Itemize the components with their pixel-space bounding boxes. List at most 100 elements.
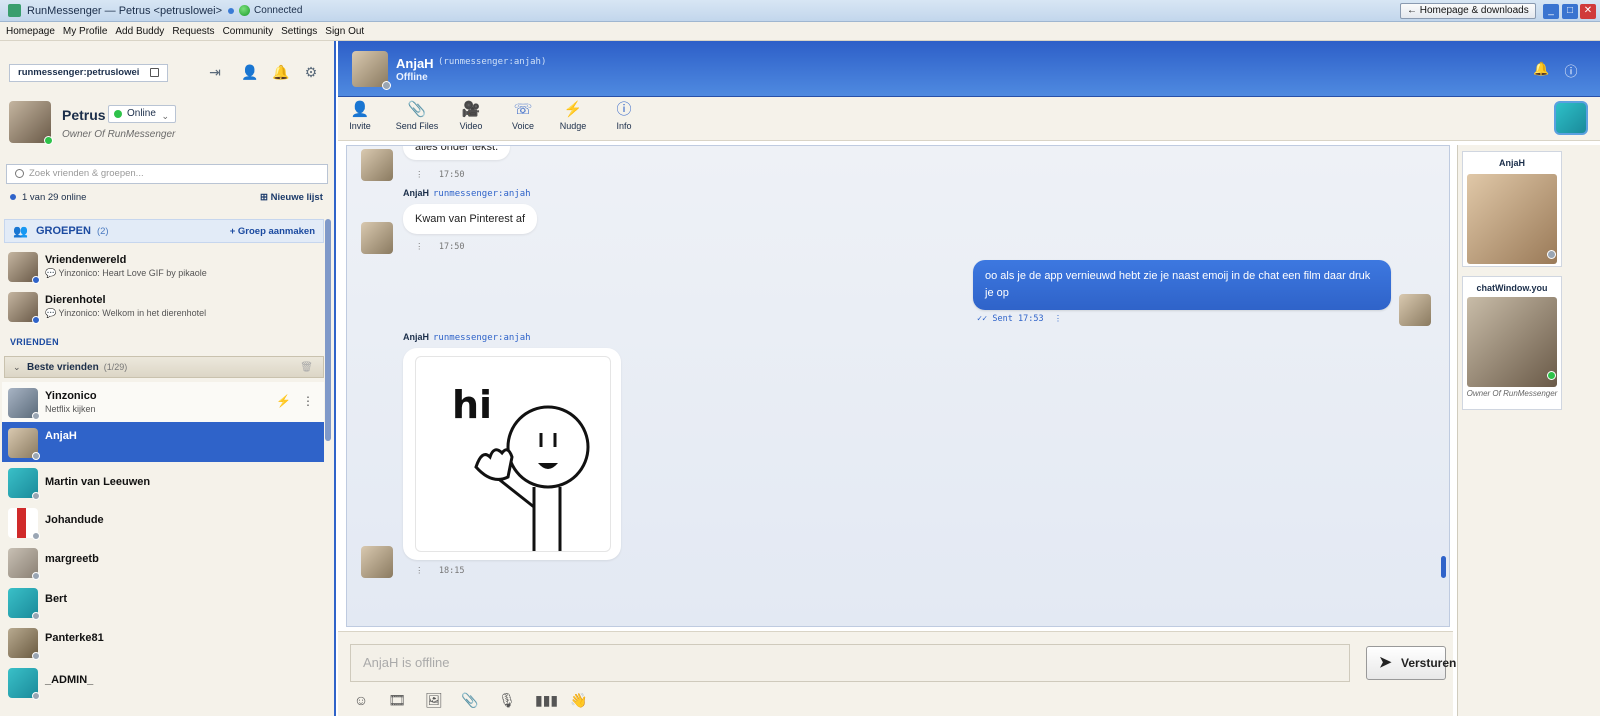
trash-icon[interactable]: 🗑 (300, 362, 313, 373)
contact-item-panterke81[interactable]: Panterke81 (2, 622, 324, 662)
search-placeholder: Zoek vrienden & groepen... (29, 168, 144, 179)
gif-image: hi (415, 356, 611, 552)
new-list-button[interactable]: ⊞ Nieuwe lijst (260, 192, 323, 203)
contact-avatar[interactable] (352, 51, 391, 90)
group-item-vriendenwereld[interactable]: Vriendenwereld 💬 Yinzonico: Heart Love G… (2, 246, 324, 286)
groups-count: (2) (96, 225, 109, 237)
menu-my-profile[interactable]: My Profile (63, 26, 107, 37)
message-bubble-sent: oo als je de app vernieuwd hebt zie je n… (973, 260, 1391, 310)
add-user-icon[interactable]: 👤 (241, 64, 259, 82)
audio-wave-icon[interactable]: ▮▮▮ (535, 692, 558, 710)
send-button[interactable]: ➤ Versturen (1366, 646, 1456, 680)
message-time: ⋮ 18:15 (415, 566, 465, 576)
status-dot-icon (32, 692, 40, 700)
nudge-icon[interactable]: ⚡ (276, 394, 291, 408)
title-bar: RunMessenger — Petrus <petruslowei> Conn… (0, 0, 1600, 22)
participant-photo (1467, 297, 1557, 387)
message-input[interactable]: AnjaH is offline (350, 644, 1350, 682)
search-input[interactable]: Zoek vrienden & groepen... (6, 164, 328, 184)
microphone-icon[interactable]: 🎙 (498, 692, 516, 710)
bell-icon[interactable]: 🔔 (1533, 61, 1549, 77)
info-button[interactable]: ⓘ Info (614, 101, 634, 131)
contact-item-bert[interactable]: Bert (2, 582, 324, 622)
participant-name: AnjaH (1498, 158, 1525, 168)
paper-plane-icon: ➤ (1379, 654, 1392, 671)
participant-card-self[interactable]: chatWindow.you Owner Of RunMessenger (1462, 276, 1562, 410)
status-dot-icon (32, 532, 40, 540)
maximize-button[interactable]: □ (1562, 4, 1578, 19)
contact-status: Offline (396, 72, 428, 83)
invite-button[interactable]: 👤 Invite (348, 101, 372, 131)
paperclip-icon[interactable]: 📎 (461, 692, 479, 710)
participant-photo (1467, 174, 1557, 264)
messages-scrollbar[interactable] (1441, 556, 1446, 578)
menu-settings[interactable]: Settings (281, 26, 317, 37)
avatar (1399, 294, 1431, 326)
status-dot-icon (32, 276, 40, 284)
best-friends-header[interactable]: ⌄ Beste vrienden (1/29) 🗑 (4, 356, 324, 378)
contact-name: Martin van Leeuwen (45, 476, 151, 488)
status-dot-icon (32, 612, 40, 620)
voice-button[interactable]: ☏ Voice (510, 101, 536, 131)
offline-status-icon (382, 81, 391, 90)
message-time: ⋮ 17:50 (415, 242, 465, 252)
contact-item-yinzonico[interactable]: Yinzonico Netflix kijken ⚡ ⋮ (2, 382, 324, 422)
separator-dot-icon (228, 7, 235, 14)
participants-panel: AnjaH chatWindow.you Owner Of RunMesseng… (1457, 145, 1600, 716)
gif-message[interactable]: hi (403, 348, 621, 560)
menu-homepage[interactable]: Homepage (6, 26, 55, 37)
profile-avatar[interactable] (9, 101, 53, 145)
contact-item-anjah[interactable]: AnjaH (2, 422, 324, 462)
contact-name: Panterke81 (45, 632, 104, 644)
contact-item-johandude[interactable]: Johandude (2, 502, 324, 542)
film-icon[interactable]: 🎞 (388, 692, 406, 710)
contact-item-admin[interactable]: _ADMIN_ (2, 662, 324, 702)
menu-community[interactable]: Community (223, 26, 274, 37)
minimize-button[interactable]: _ (1543, 4, 1559, 19)
window-title: RunMessenger — Petrus <petruslowei> (27, 4, 223, 17)
user-id-box[interactable]: runmessenger:petruslowei (9, 64, 168, 82)
info-icon: ⓘ (616, 101, 632, 118)
best-friends-title: Beste vrienden (27, 361, 99, 373)
status-select[interactable]: Online ⌄ (108, 105, 176, 123)
contact-name: Bert (45, 593, 68, 605)
group-name: Dierenhotel (45, 294, 106, 306)
menu-add-buddy[interactable]: Add Buddy (115, 26, 164, 37)
copy-icon[interactable] (150, 68, 159, 77)
friends-section-title: VRIENDEN (10, 337, 59, 347)
profile-name: Petrus (62, 107, 106, 123)
menu-requests[interactable]: Requests (172, 26, 214, 37)
group-last-message: 💬 Yinzonico: Welkom in het dierenhotel (45, 308, 207, 318)
status-dot-icon (32, 452, 40, 460)
contact-item-margreetb[interactable]: margreetb (2, 542, 324, 582)
groups-header[interactable]: 👥 GROEPEN (2) + Groep aanmaken (4, 219, 324, 243)
gear-icon[interactable]: ⚙ (302, 64, 320, 82)
message-bubble: alles onder tekst. (403, 146, 511, 160)
participant-card[interactable]: AnjaH (1462, 151, 1562, 267)
logout-icon[interactable]: ⇥ (206, 64, 224, 82)
avatar (361, 222, 393, 254)
message-time: ✓✓ Sent 17:53 ⋮ (977, 314, 1063, 324)
menu-sign-out[interactable]: Sign Out (325, 26, 364, 37)
group-item-dierenhotel[interactable]: Dierenhotel 💬 Yinzonico: Welkom in het d… (2, 286, 324, 326)
participant-name: chatWindow.you (1476, 283, 1548, 293)
nudge-button[interactable]: ⚡ Nudge (558, 101, 588, 131)
bell-icon[interactable]: 🔔 (272, 64, 290, 82)
homepage-downloads-button[interactable]: ← Homepage & downloads (1400, 3, 1536, 19)
send-files-button[interactable]: 📎 Send Files (394, 101, 440, 131)
image-icon[interactable]: 🖼 (425, 692, 443, 710)
contact-item-martin-van-leeuwen[interactable]: Martin van Leeuwen (2, 462, 324, 502)
info-icon[interactable]: ⓘ (1563, 61, 1579, 79)
wave-hand-icon[interactable]: 👋 (570, 692, 588, 710)
video-button[interactable]: 🎥 Video (458, 101, 484, 131)
emoji-icon[interactable]: ☺ (352, 692, 370, 710)
add-group-button[interactable]: + Groep aanmaken (230, 226, 315, 237)
close-button[interactable]: ✕ (1580, 4, 1596, 19)
contact-name: _ADMIN_ (45, 674, 94, 686)
chevron-down-icon: ⌄ (161, 111, 169, 121)
runmessenger-logo-icon (1554, 101, 1588, 135)
message-list[interactable]: alles onder tekst. ⋮ 17:50 AnjaH runmesse… (346, 145, 1450, 627)
more-options-icon[interactable]: ⋮ (302, 394, 314, 408)
message-sender: AnjaH runmessenger:anjah (403, 188, 531, 199)
sidebar-scrollbar[interactable] (325, 219, 331, 441)
